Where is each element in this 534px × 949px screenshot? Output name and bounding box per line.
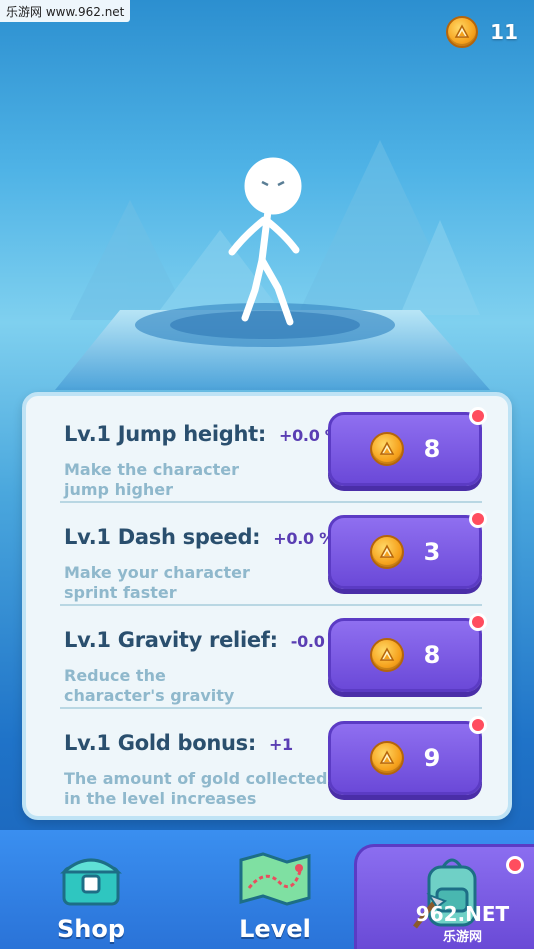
upgrade-level: Lv.1 (64, 422, 111, 446)
site-watermark: 乐游网 www.962.net (0, 0, 131, 22)
upgrade-row-gold-bonus: Lv.1 Gold bonus: +1 The amount of gold c… (60, 709, 487, 812)
upgrade-title: Lv.1 Gravity relief: -0.0 % (64, 628, 346, 652)
price-label: 8 (423, 641, 441, 669)
notification-dot-icon (506, 856, 524, 874)
desc-line: jump higher (64, 480, 174, 499)
map-icon (239, 852, 311, 906)
desc-line: in the level increases (64, 789, 257, 808)
upgrade-title: Lv.1 Gold bonus: +1 (64, 731, 293, 755)
desc-line: character's gravity (64, 686, 235, 705)
upgrade-name: Jump height: (117, 422, 267, 446)
coin-icon (369, 741, 404, 775)
upgrade-panel: Lv.1 Jump height: +0.0 % Make the charac… (22, 392, 512, 820)
upgrade-level: Lv.1 (64, 525, 111, 549)
desc-line: sprint faster (64, 583, 177, 602)
desc-line: Make your character (64, 563, 250, 582)
buy-gold-bonus-button[interactable]: 9 (328, 716, 487, 795)
coin-icon (369, 535, 404, 569)
nav-level-label: Level (239, 915, 311, 943)
notification-dot-icon (469, 407, 487, 425)
price-label: 3 (423, 538, 441, 566)
upgrade-description: The amount of gold collected in the leve… (64, 769, 344, 809)
upgrade-name: Gold bonus: (117, 731, 256, 755)
notification-dot-icon (469, 510, 487, 528)
upgrade-level: Lv.1 (64, 628, 111, 652)
upgrade-row-dash-speed: Lv.1 Dash speed: +0.0 % Make your charac… (60, 503, 487, 606)
watermark-line: 乐游网 (442, 930, 482, 945)
upgrade-value: +0.0 % (273, 529, 335, 548)
upgrade-row-jump-height: Lv.1 Jump height: +0.0 % Make the charac… (60, 400, 487, 503)
character-scene (55, 140, 490, 390)
buy-jump-height-button[interactable]: 8 (328, 407, 487, 486)
desc-line: The amount of gold collected (64, 769, 328, 788)
ice-floor (55, 303, 490, 390)
nav-level[interactable]: Level (200, 840, 350, 949)
site-watermark-logo: 962.NET 乐游网 (395, 902, 530, 945)
upgrade-name: Dash speed: (117, 525, 261, 549)
coin-count: 11 (490, 20, 518, 44)
nav-shop-label: Shop (56, 915, 126, 943)
price-label: 8 (423, 435, 441, 463)
buy-gravity-relief-button[interactable]: 8 (328, 613, 487, 692)
upgrade-title: Lv.1 Jump height: +0.0 % (64, 422, 341, 446)
coin-icon (369, 432, 404, 466)
upgrade-level: Lv.1 (64, 731, 111, 755)
coin-counter: 11 (446, 16, 518, 48)
upgrade-description: Make the character jump higher (64, 460, 324, 500)
upgrade-description: Make your character sprint faster (64, 563, 324, 603)
price-label: 9 (423, 744, 441, 772)
notification-dot-icon (469, 613, 487, 631)
coin-icon (446, 16, 479, 48)
upgrade-description: Reduce the character's gravity (64, 666, 324, 706)
notification-dot-icon (469, 716, 487, 734)
nav-shop[interactable]: Shop (16, 840, 166, 949)
desc-line: Make the character (64, 460, 240, 479)
buy-dash-speed-button[interactable]: 3 (328, 510, 487, 589)
watermark-line: 962.NET (415, 902, 510, 926)
upgrade-name: Gravity relief: (117, 628, 278, 652)
treasure-chest-icon (60, 858, 122, 906)
upgrade-title: Lv.1 Dash speed: +0.0 % (64, 525, 335, 549)
upgrade-value: +1 (268, 735, 293, 754)
desc-line: Reduce the (64, 666, 166, 685)
coin-icon (369, 638, 404, 672)
upgrade-row-gravity-relief: Lv.1 Gravity relief: -0.0 % Reduce the c… (60, 606, 487, 709)
